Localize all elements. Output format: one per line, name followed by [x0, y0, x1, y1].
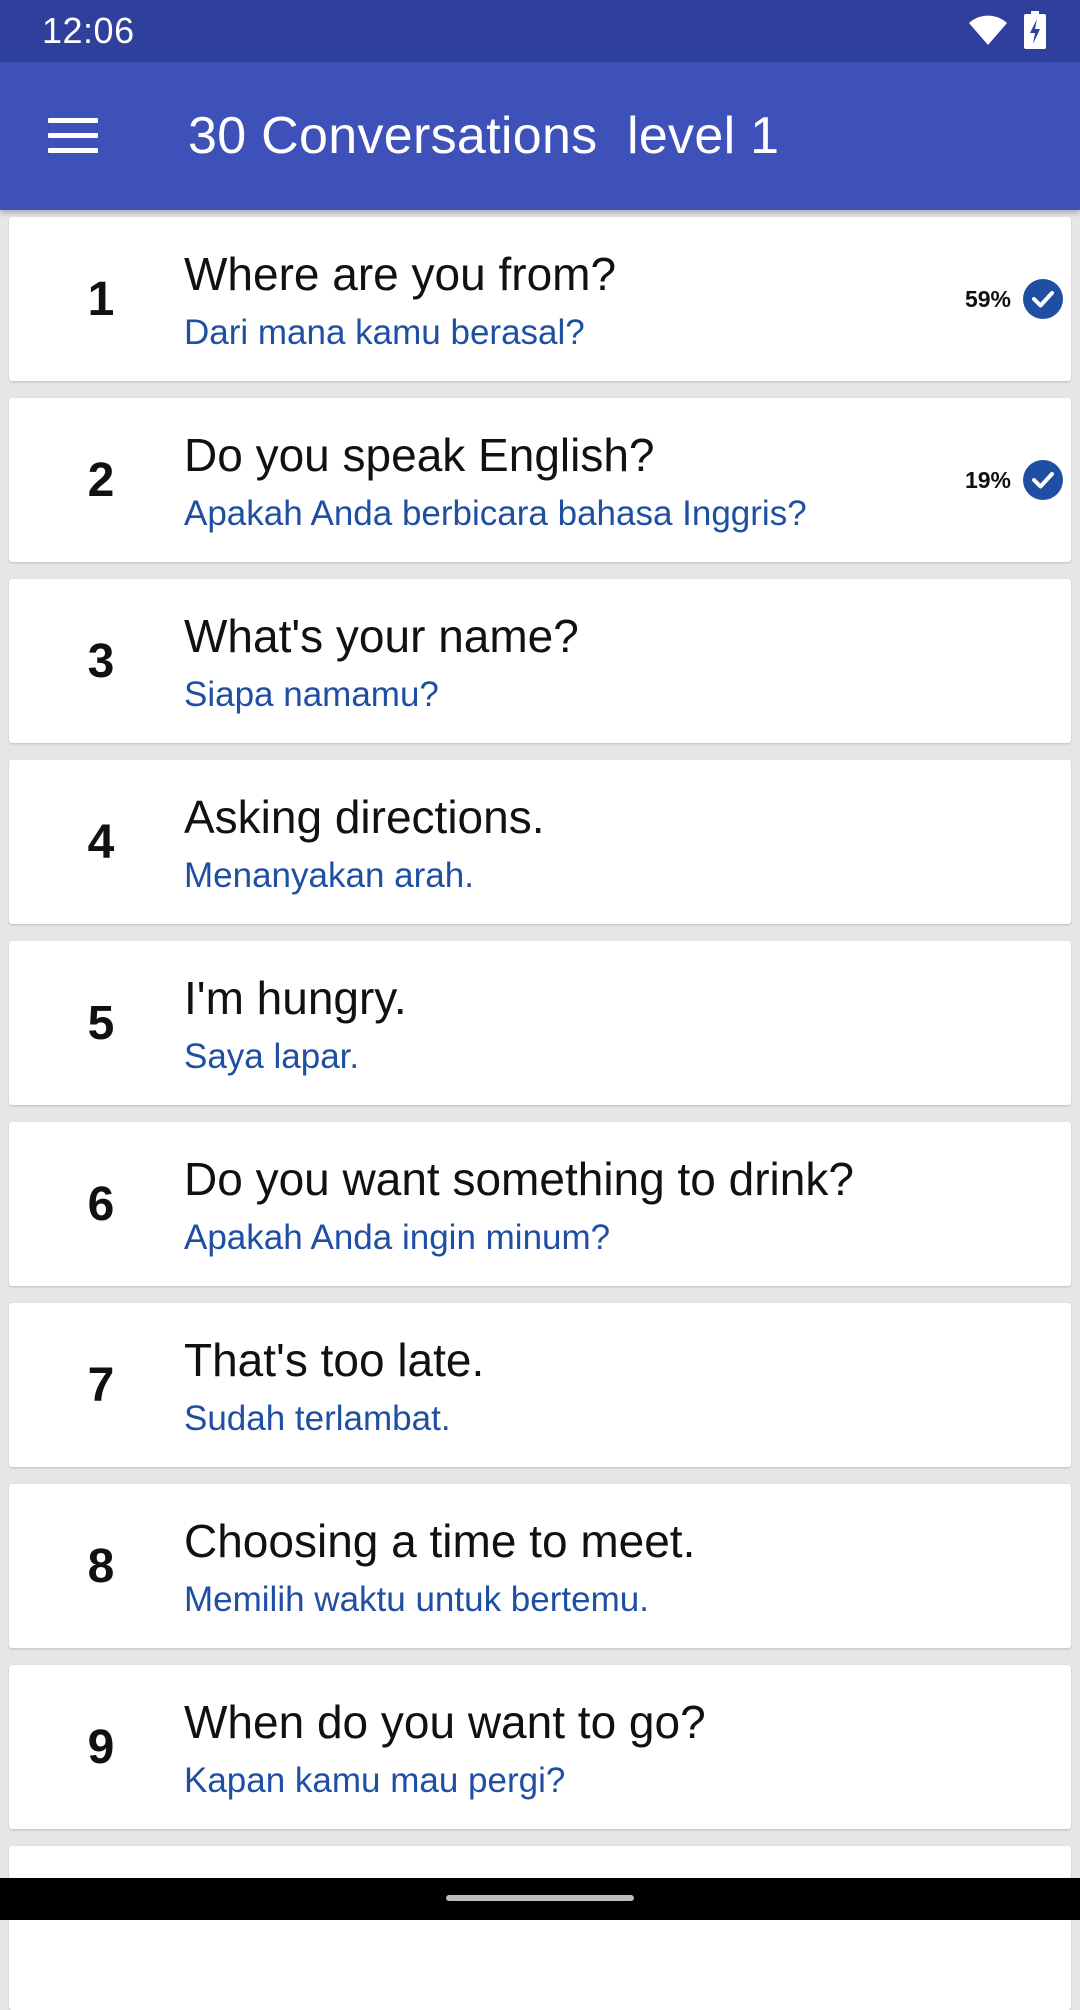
item-title: Do you want something to drink? — [184, 1153, 854, 1205]
navigation-bar — [0, 1878, 1080, 1920]
app-bar: 30 Conversations level 1 — [0, 62, 1080, 210]
item-number: 3 — [87, 634, 115, 688]
battery-charging-icon — [1024, 10, 1046, 54]
list-item-5[interactable]: 5 I'm hungry. Saya lapar. — [9, 941, 1071, 1105]
item-subtitle: Menanyakan arah. — [184, 856, 474, 895]
item-number: 8 — [87, 1539, 115, 1593]
status-time: 12:06 — [42, 10, 135, 51]
item-title: I'm hungry. — [184, 972, 407, 1024]
item-title: That's too late. — [184, 1334, 485, 1386]
list-item-partial[interactable] — [9, 1846, 1071, 2010]
list-item-7[interactable]: 7 That's too late. Sudah terlambat. — [9, 1303, 1071, 1467]
item-number: 6 — [87, 1177, 115, 1231]
item-subtitle: Apakah Anda ingin minum? — [184, 1218, 611, 1257]
item-progress: 19% — [965, 460, 1063, 500]
list-item-1[interactable]: 1 Where are you from? Dari mana kamu ber… — [9, 217, 1071, 381]
home-handle[interactable] — [446, 1895, 634, 1901]
check-circle-icon — [1023, 460, 1063, 500]
item-subtitle: Siapa namamu? — [184, 675, 439, 714]
item-subtitle: Apakah Anda berbicara bahasa Inggris? — [184, 494, 807, 533]
item-number: 1 — [87, 272, 115, 326]
item-title: When do you want to go? — [184, 1696, 706, 1748]
item-number: 2 — [87, 453, 115, 507]
progress-percent: 19% — [964, 466, 1011, 493]
item-number: 9 — [87, 1720, 115, 1774]
item-subtitle: Saya lapar. — [184, 1037, 360, 1076]
item-title: What's your name? — [184, 610, 579, 662]
hamburger-menu-icon[interactable] — [36, 106, 110, 166]
item-title: Do you speak English? — [184, 429, 655, 481]
page-title: 30 Conversations level 1 — [188, 107, 780, 165]
item-subtitle: Sudah terlambat. — [184, 1399, 451, 1438]
status-bar: 12:06 — [0, 0, 1080, 62]
list-item-6[interactable]: 6 Do you want something to drink? Apakah… — [9, 1122, 1071, 1286]
item-title: Asking directions. — [184, 791, 545, 843]
item-title: Where are you from? — [184, 248, 617, 300]
item-number: 5 — [87, 996, 115, 1050]
item-number: 7 — [87, 1358, 115, 1412]
item-number: 4 — [87, 815, 115, 869]
list-item-2[interactable]: 2 Do you speak English? Apakah Anda berb… — [9, 398, 1071, 562]
list-item-3[interactable]: 3 What's your name? Siapa namamu? — [9, 579, 1071, 743]
wifi-icon — [968, 14, 1008, 51]
check-circle-icon — [1023, 279, 1063, 319]
progress-percent: 59% — [964, 285, 1011, 312]
status-icons — [968, 10, 1046, 54]
item-subtitle: Memilih waktu untuk bertemu. — [184, 1580, 649, 1619]
item-title: Choosing a time to meet. — [184, 1515, 696, 1567]
item-subtitle: Dari mana kamu berasal? — [184, 313, 585, 352]
list-item-8[interactable]: 8 Choosing a time to meet. Memilih waktu… — [9, 1484, 1071, 1648]
item-subtitle: Kapan kamu mau pergi? — [184, 1761, 566, 1800]
list-item-9[interactable]: 9 When do you want to go? Kapan kamu mau… — [9, 1665, 1071, 1829]
list-item-4[interactable]: 4 Asking directions. Menanyakan arah. — [9, 760, 1071, 924]
item-progress: 59% — [965, 279, 1063, 319]
